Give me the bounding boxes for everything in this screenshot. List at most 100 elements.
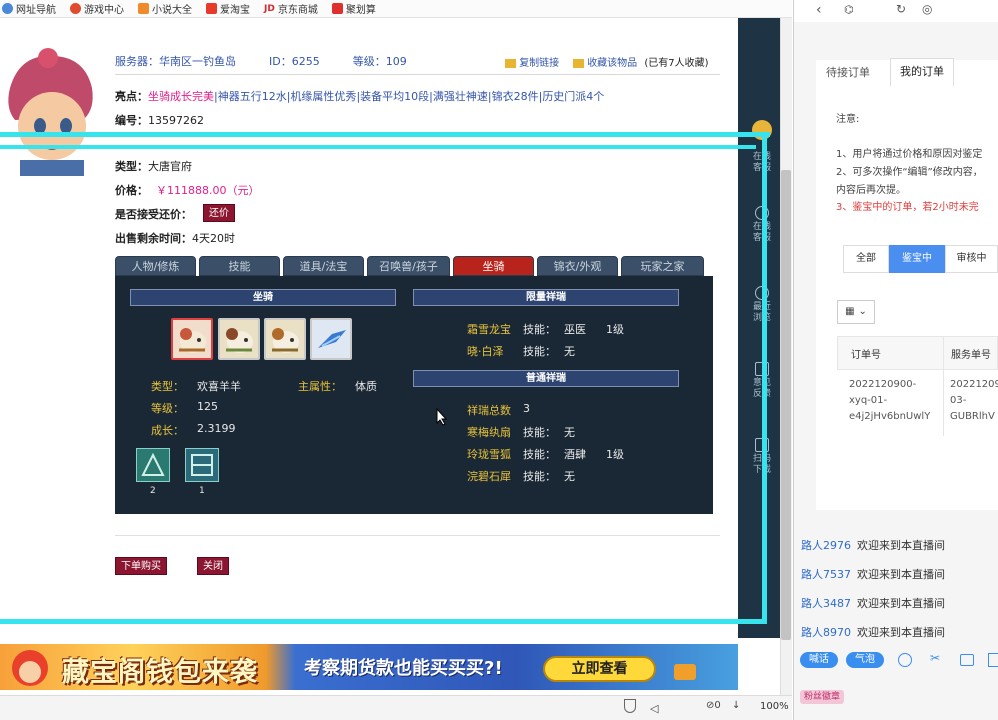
scissors-icon[interactable]: ✂ [930, 651, 940, 665]
tab-outfits[interactable]: 锦衣/外观 [537, 256, 618, 276]
limited-name-2: 晓·白泽 [467, 345, 504, 358]
notice-line-3: 内容后再次提。 [836, 185, 906, 196]
close-button[interactable]: 关闭 [197, 557, 229, 575]
filter-reviewing[interactable]: 审核中 [945, 245, 998, 273]
limited-name-1: 霜雪龙宝 [467, 323, 511, 336]
limited-skill-1: 巫医 [564, 323, 586, 336]
notice-line-4: 3、鉴宝中的订单，若2小时未完 [836, 202, 979, 213]
tab-home[interactable]: 玩家之家 [621, 256, 704, 276]
mouse-cursor-icon [436, 407, 448, 429]
normal-count-label: 祥瑞总数 [467, 404, 511, 417]
overlay-frame-top [0, 132, 770, 137]
notice-line-2: 2、可多次操作“编辑”修改内容， [836, 167, 983, 178]
normal-skill-2: 酒肆 [564, 448, 586, 461]
normal-skill-label-1: 技能： [523, 426, 556, 439]
time-remaining: 出售剩余时间：4天20时 [115, 232, 235, 245]
bargain-button[interactable]: 还价 [203, 204, 235, 222]
normal-lv-2: 1级 [606, 448, 624, 461]
mount-main-attr: 体质 [355, 380, 377, 393]
service-cell: 20221209 03- GUBRlhV [950, 379, 998, 422]
globe-icon[interactable]: ◎ [922, 2, 932, 16]
collect-item[interactable]: 收藏该物品 (已有7人收藏) [573, 54, 709, 69]
mount-type-label: 类型： [151, 380, 184, 393]
scrollbar-thumb[interactable] [781, 170, 791, 640]
bubble-button[interactable]: 气泡 [846, 652, 884, 668]
back-icon[interactable]: ‹ [816, 2, 822, 18]
mount-slot-1[interactable] [171, 318, 213, 360]
link-icon [505, 58, 516, 68]
mount-type: 欢喜羊羊 [197, 380, 241, 393]
right-toolbar: ‹ ⌬ ↻ ◎ [794, 0, 998, 22]
mount-skill-icon-2[interactable] [185, 448, 219, 482]
image-icon[interactable] [960, 654, 974, 666]
highlights: 亮点：坐骑成长完美|神器五行12水|机缘属性优秀|装备平均10段|满强壮神速|锦… [115, 90, 605, 103]
bookmark-aitaobao[interactable]: 爱淘宝 [206, 1, 250, 16]
mount-level: 125 [197, 400, 218, 413]
limited-skill-label-1: 技能： [523, 323, 556, 336]
fan-badge[interactable]: 粉丝徽章 [800, 690, 844, 704]
collect-count: (已有7人收藏) [644, 58, 709, 69]
normal-skill-3: 无 [564, 470, 575, 483]
emoji-icon[interactable] [898, 653, 912, 667]
tab-character[interactable]: 人物/修炼 [115, 256, 196, 276]
zoom-level[interactable]: 100% [760, 701, 789, 712]
mount-header: 坐骑 [130, 289, 396, 306]
normal-skill-1: 无 [564, 426, 575, 439]
more-icon[interactable] [988, 653, 998, 667]
tab-mount[interactable]: 坐骑 [453, 256, 534, 276]
tab-items[interactable]: 道具/法宝 [283, 256, 364, 276]
shout-button[interactable]: 喊话 [800, 652, 838, 668]
book-icon [138, 3, 149, 14]
banner-cta-button[interactable]: 立即查看 [543, 656, 656, 682]
chat-message: 路人7537 欢迎来到本直播间 [801, 568, 945, 581]
mount-skill-icon-1[interactable] [136, 448, 170, 482]
juhuasuan-icon [331, 3, 343, 14]
overlay-frame-right [762, 132, 767, 624]
normal-count: 3 [523, 402, 530, 415]
tab-my-orders[interactable]: 我的订单 [890, 58, 954, 86]
character-avatar [0, 48, 100, 176]
bookmark-games[interactable]: 游戏中心 [70, 1, 124, 16]
bookmark-jd[interactable]: JD 京东商城 [264, 1, 318, 17]
tab-skills[interactable]: 技能 [199, 256, 280, 276]
normal-header: 普通祥瑞 [413, 370, 679, 387]
mount-skill-count-2: 1 [199, 486, 205, 496]
mute-icon[interactable]: ⊘0 [706, 700, 721, 711]
copy-link[interactable]: 复制链接 [505, 54, 559, 69]
mount-slot-3[interactable] [264, 318, 306, 360]
item-number: 编号：13597262 [115, 114, 204, 127]
normal-skill-label-2: 技能： [523, 448, 556, 461]
download-icon[interactable]: ↓ [732, 700, 740, 711]
game-icon [70, 3, 81, 14]
divider [115, 535, 720, 536]
normal-name-1: 寒梅纨扇 [467, 426, 511, 439]
mount-slot-4[interactable] [310, 318, 352, 360]
tab-summons[interactable]: 召唤兽/孩子 [367, 256, 450, 276]
refresh-icon[interactable]: ↻ [896, 2, 906, 16]
view-toggle-dropdown[interactable]: ▦ ⌄ [837, 300, 875, 324]
folder-icon [573, 58, 584, 68]
buy-button[interactable]: 下单购买 [115, 557, 167, 575]
filter-appraising[interactable]: 鉴宝中 [889, 245, 945, 273]
globe-icon [2, 3, 13, 14]
bookmark-novels[interactable]: 小说大全 [138, 1, 192, 16]
filter-all[interactable]: 全部 [843, 245, 889, 273]
tab-pending-orders[interactable]: 待接订单 [826, 64, 870, 80]
mount-growth: 2.3199 [197, 422, 236, 435]
item-price: 价格： ￥111888.00（元） [115, 184, 260, 197]
notice-title: 注意: [836, 114, 860, 125]
sound-icon[interactable]: ◁ [650, 702, 658, 715]
mount-skill-count-1: 2 [150, 486, 156, 496]
banner-subtitle: 考察期货款也能买买买?! [304, 658, 503, 679]
bookmark-nav[interactable]: 网址导航 [2, 1, 56, 16]
normal-name-2: 玲珑雪狐 [467, 448, 511, 461]
link-icon[interactable]: ⌬ [844, 3, 854, 16]
shield-icon[interactable] [624, 699, 636, 713]
banner-character [0, 646, 60, 690]
mount-slot-2[interactable] [218, 318, 260, 360]
browser-status-bar [0, 695, 792, 720]
bookmark-juhuasuan[interactable]: 聚划算 [331, 1, 376, 16]
banner-title: 藏宝阁钱包来袭 [62, 657, 258, 688]
banner-logo [674, 664, 696, 680]
item-type: 类型：大唐官府 [115, 160, 192, 173]
